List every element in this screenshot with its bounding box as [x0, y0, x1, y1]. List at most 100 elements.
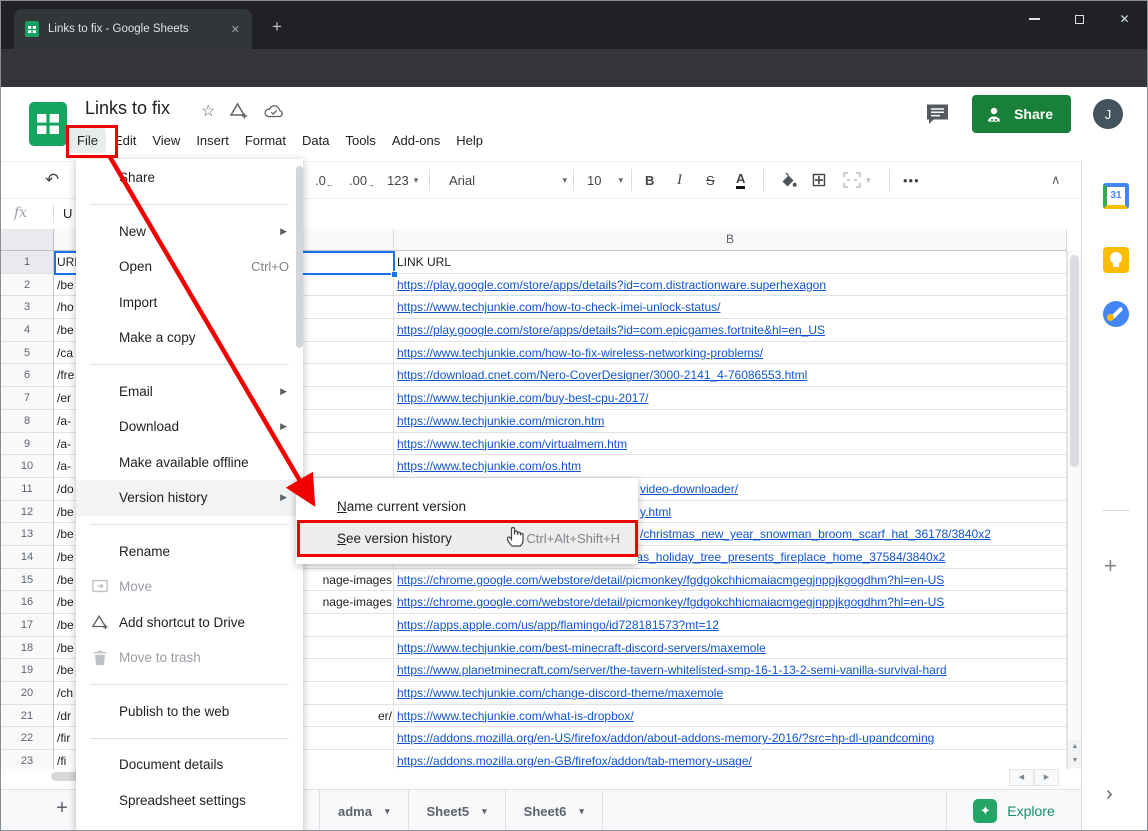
star-document-icon[interactable]: ☆ [201, 101, 215, 121]
cell-b18[interactable]: https://www.techjunkie.com/best-minecraf… [394, 637, 1067, 660]
menubar-item-file[interactable]: File [69, 128, 106, 153]
tab-close-icon[interactable]: ✕ [227, 21, 244, 38]
row-header-17[interactable]: 17 [1, 614, 54, 637]
window-maximize-button[interactable] [1057, 1, 1102, 37]
file-menu-item-spreadsheet-settings[interactable]: Spreadsheet settings [76, 783, 303, 819]
cell-link[interactable]: https://apps.apple.com/us/app/flamingo/i… [397, 618, 719, 632]
menubar-item-add-ons[interactable]: Add-ons [384, 128, 448, 153]
cell-link[interactable]: https://www.techjunkie.com/micron.htm [397, 414, 604, 428]
row-header-1[interactable]: 1 [1, 251, 54, 274]
cell-b4[interactable]: https://play.google.com/store/apps/detai… [394, 319, 1067, 342]
row-header-13[interactable]: 13 [1, 523, 54, 546]
scroll-up-icon[interactable]: ▲ [1068, 740, 1081, 754]
cell-link[interactable]: https://www.techjunkie.com/what-is-dropb… [397, 709, 634, 723]
collapse-toolbar-icon[interactable]: ∧ [1051, 162, 1061, 198]
fill-color-icon[interactable] [779, 162, 797, 198]
row-header-18[interactable]: 18 [1, 637, 54, 660]
explore-button[interactable]: ✦ Explore [946, 790, 1081, 831]
menubar-item-edit[interactable]: Edit [106, 128, 144, 153]
file-menu-item-share[interactable]: Share [76, 160, 303, 196]
cell-b2[interactable]: https://play.google.com/store/apps/detai… [394, 274, 1067, 297]
sheet-tab-sheet5[interactable]: Sheet5▾ [409, 790, 506, 831]
italic-button[interactable]: I [677, 162, 682, 198]
calendar-icon[interactable]: 31 [1103, 183, 1129, 209]
cell-b9[interactable]: https://www.techjunkie.com/virtualmem.ht… [394, 433, 1067, 456]
cell-link[interactable]: https://www.techjunkie.com/virtualmem.ht… [397, 437, 627, 451]
row-header-21[interactable]: 21 [1, 705, 54, 728]
menubar-item-tools[interactable]: Tools [337, 128, 383, 153]
fill-handle[interactable] [391, 271, 398, 278]
file-menu-item-document-details[interactable]: Document details [76, 747, 303, 783]
add-addon-icon[interactable]: + [1104, 553, 1117, 579]
row-header-10[interactable]: 10 [1, 455, 54, 478]
cell-b21[interactable]: https://www.techjunkie.com/what-is-dropb… [394, 705, 1067, 728]
document-status-cloud-icon[interactable] [263, 103, 285, 120]
cell-link[interactable]: https://download.cnet.com/Nero-CoverDesi… [397, 368, 807, 382]
file-menu-item-publish-to-the-web[interactable]: Publish to the web [76, 694, 303, 730]
file-menu-item-make-available-offline[interactable]: Make available offline [76, 445, 303, 481]
row-header-3[interactable]: 3 [1, 296, 54, 319]
file-menu-item-open[interactable]: OpenCtrl+O [76, 249, 303, 285]
keep-icon[interactable] [1103, 247, 1129, 273]
cell-b5[interactable]: https://www.techjunkie.com/how-to-fix-wi… [394, 342, 1067, 365]
cell-link[interactable]: https://www.techjunkie.com/os.htm [397, 459, 581, 473]
file-menu-item-add-shortcut-to-drive[interactable]: Add shortcut to Drive [76, 605, 303, 641]
file-menu-item-version-history[interactable]: Version history▶ [76, 480, 303, 516]
cell-link[interactable]: https://addons.mozilla.org/en-GB/firefox… [397, 754, 752, 768]
share-button[interactable]: Share [972, 95, 1071, 133]
font-family-select[interactable]: Arial▾ [449, 162, 567, 198]
tasks-icon[interactable] [1103, 301, 1129, 327]
cell-link[interactable]: https://www.techjunkie.com/best-minecraf… [397, 641, 766, 655]
row-header-23[interactable]: 23 [1, 750, 54, 769]
menubar-item-format[interactable]: Format [237, 128, 294, 153]
scroll-right-icon[interactable]: ▶ [1034, 769, 1059, 786]
submenu-item-name-current-version[interactable]: Name current version [296, 490, 638, 522]
row-header-2[interactable]: 2 [1, 274, 54, 297]
sheets-profile-avatar[interactable]: J [1093, 99, 1123, 129]
cell-b8[interactable]: https://www.techjunkie.com/micron.htm [394, 410, 1067, 433]
cell-link[interactable]: https://www.planetminecraft.com/server/t… [397, 663, 947, 677]
row-header-4[interactable]: 4 [1, 319, 54, 342]
row-header-20[interactable]: 20 [1, 682, 54, 705]
file-menu-item-email[interactable]: Email▶ [76, 374, 303, 410]
row-header-15[interactable]: 15 [1, 569, 54, 592]
cell-link[interactable]: https://www.techjunkie.com/how-to-fix-wi… [397, 346, 763, 360]
menubar-item-help[interactable]: Help [448, 128, 491, 153]
undo-icon[interactable]: ↶ [45, 162, 59, 198]
menubar-item-insert[interactable]: Insert [188, 128, 237, 153]
row-header-9[interactable]: 9 [1, 433, 54, 456]
cell-link[interactable]: https://play.google.com/store/apps/detai… [397, 278, 826, 292]
cell-link[interactable]: https://play.google.com/store/apps/detai… [397, 323, 825, 337]
borders-icon[interactable]: ⊞ [811, 162, 827, 198]
cell-b7[interactable]: https://www.techjunkie.com/buy-best-cpu-… [394, 387, 1067, 410]
decrease-decimal-button[interactable]: .0← [315, 162, 334, 198]
cell-link[interactable]: https://www.techjunkie.com/change-discor… [397, 686, 723, 700]
file-menu-item-new[interactable]: New▶ [76, 214, 303, 250]
merge-cells-icon[interactable]: ▾ [843, 162, 871, 198]
row-header-16[interactable]: 16 [1, 591, 54, 614]
number-format-button[interactable]: 123▾ [387, 162, 418, 198]
file-menu-item-rename[interactable]: Rename [76, 534, 303, 570]
comment-history-icon[interactable] [925, 103, 950, 126]
window-close-button[interactable]: ✕ [1102, 1, 1147, 37]
row-header-6[interactable]: 6 [1, 364, 54, 387]
window-minimize-button[interactable] [1012, 1, 1057, 37]
strikethrough-button[interactable]: S [706, 162, 715, 198]
cell-link[interactable]: y.html [640, 505, 671, 519]
row-header-11[interactable]: 11 [1, 478, 54, 501]
document-title[interactable]: Links to fix [85, 98, 170, 119]
file-menu-item-make-a-copy[interactable]: Make a copy [76, 320, 303, 356]
row-header-8[interactable]: 8 [1, 410, 54, 433]
cell-link[interactable]: https://www.techjunkie.com/how-to-check-… [397, 300, 720, 314]
sheet-tab-sheet6[interactable]: Sheet6▾ [506, 790, 603, 831]
row-header-22[interactable]: 22 [1, 727, 54, 750]
file-menu-item-download[interactable]: Download▶ [76, 409, 303, 445]
cell-b10[interactable]: https://www.techjunkie.com/os.htm [394, 455, 1067, 478]
cell-b23[interactable]: https://addons.mozilla.org/en-GB/firefox… [394, 750, 1067, 769]
cell-b1[interactable]: LINK URL [394, 251, 1067, 274]
more-toolbar-icon[interactable]: ••• [903, 162, 920, 198]
menubar-item-data[interactable]: Data [294, 128, 337, 153]
vertical-scrollbar-thumb[interactable] [1070, 255, 1079, 467]
increase-decimal-button[interactable]: .00→ [349, 162, 375, 198]
cell-b19[interactable]: https://www.planetminecraft.com/server/t… [394, 659, 1067, 682]
